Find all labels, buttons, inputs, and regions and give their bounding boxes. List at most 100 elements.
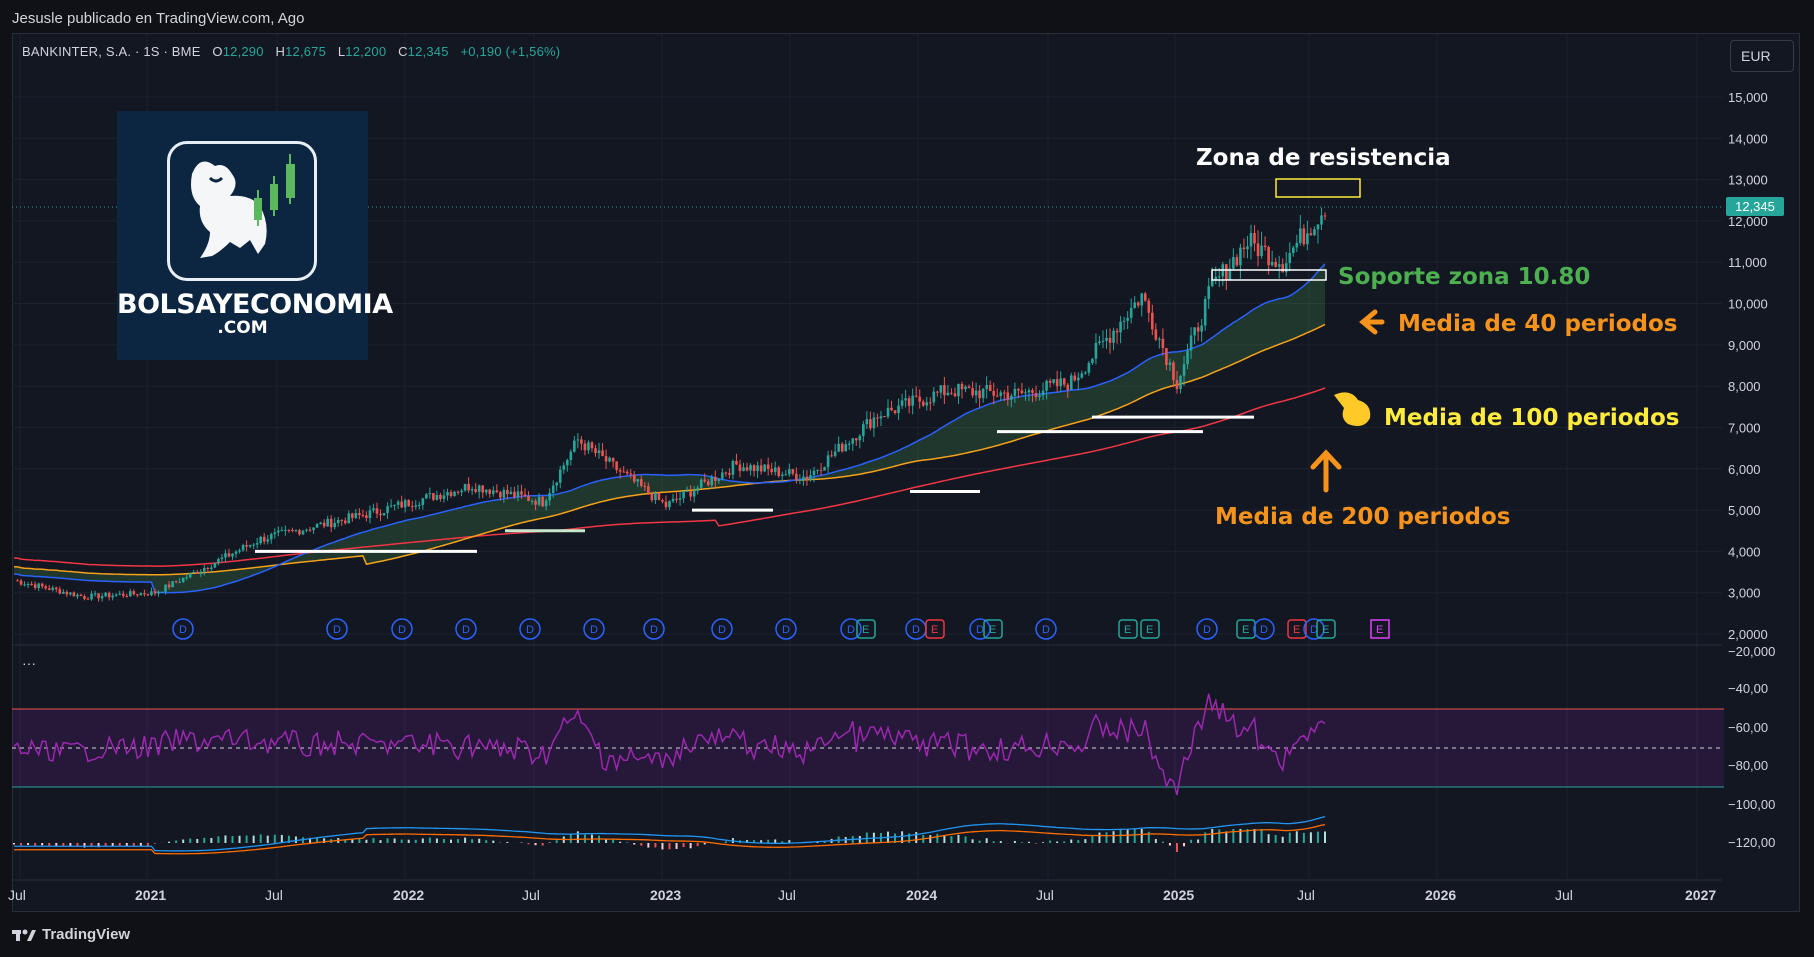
candle-body [16,580,19,582]
symbol-label[interactable]: BANKINTER, S.A. · 1S · BME [22,44,201,59]
candle-body [981,388,985,399]
candle-body [474,489,477,492]
macd-bar [442,839,445,843]
event-letter: D [462,624,470,636]
macd-bar [393,838,396,843]
ma100-label: Media de 100 periodos [1384,405,1680,431]
candle-body [988,385,992,391]
macd-bar [294,836,297,843]
macd-bar [1211,829,1214,843]
macd-bar [1274,835,1277,843]
macd-bar [950,836,953,843]
candle-body [1172,362,1175,381]
candle-body [1024,392,1027,394]
candle-body [833,451,837,456]
candle-body [756,465,759,472]
candle-body [865,419,869,425]
candle-body [58,589,62,594]
candle-body [139,593,143,596]
macd-bar [1020,842,1023,843]
candle-body [188,572,192,578]
candle-body [742,467,745,472]
candle-body [128,591,132,597]
candle-body [1006,392,1010,400]
candle-body [400,501,403,508]
candle-body [654,492,657,501]
candle-body [513,491,516,498]
candle-body [375,508,379,514]
candle-body [1168,362,1172,365]
candle-body [143,593,146,595]
macd-bar [471,839,474,843]
candle-body [1253,233,1256,244]
candle-body [798,479,802,481]
candle-body [893,410,897,414]
macd-bar [541,843,544,846]
time-axis-label: Jul [1555,887,1573,903]
brand-logo: BOLSAYECONOMIA .COM [117,111,393,360]
candle-body [1066,384,1070,390]
candle-body [759,465,763,472]
time-axis-label: Jul [1036,887,1054,903]
candle-body [671,498,675,502]
candle-body [791,469,795,474]
macd-bar [1218,829,1221,843]
candle-body [851,438,855,444]
macd-bar [238,835,241,843]
ma100-line [13,323,1326,576]
macd-bar [999,841,1002,843]
candle-body [957,384,960,397]
candle-body [287,529,291,531]
time-axis-label: Jul [778,887,796,903]
currency-button[interactable]: EUR [1730,40,1794,72]
candle-body [1239,247,1242,266]
candle-body [506,489,509,495]
candle-body [678,498,682,500]
macd-bar [1316,831,1319,843]
macd-bar [1105,832,1108,843]
macd-bar [224,835,227,843]
candle-body [90,593,93,600]
candle-body [259,536,262,544]
macd-bar [41,843,44,846]
indicator-menu[interactable]: ··· [22,655,36,671]
candle-body [569,451,573,461]
candle-body [950,392,953,394]
candle-body [217,559,220,563]
candle-body [1154,329,1158,340]
candle-body [971,388,974,396]
candle-body [565,460,569,466]
candle-body [784,474,788,476]
candle-body [1256,243,1260,257]
candle-body [23,584,26,586]
candle-body [661,500,664,502]
candle-body [721,472,724,479]
candle-body [936,391,939,393]
candle-body [1189,335,1193,351]
candle-body [823,467,826,471]
candle-body [266,539,270,542]
osc-axis-label: −40,00 [1728,681,1768,696]
candle-body [192,571,196,573]
candle-body [611,457,615,462]
candle-body [1133,302,1136,308]
candle-body [717,478,721,482]
candle-body [132,591,136,595]
event-letter: D [976,624,984,636]
candle-body [573,440,576,452]
candle-body [1002,392,1006,394]
candle-body [238,550,241,552]
event-letter: E [862,624,869,636]
candle-body [897,405,900,414]
candle-body [724,472,728,474]
macd-bar [1154,839,1157,843]
candle-body [1122,320,1126,322]
candle-body [417,504,421,506]
candle-body [706,481,710,486]
candle-body [1129,307,1133,318]
candle-body [54,587,58,590]
close-key: C [398,44,408,59]
candle-body [1077,377,1080,381]
candle-body [1217,276,1221,278]
candle-body [460,490,463,493]
